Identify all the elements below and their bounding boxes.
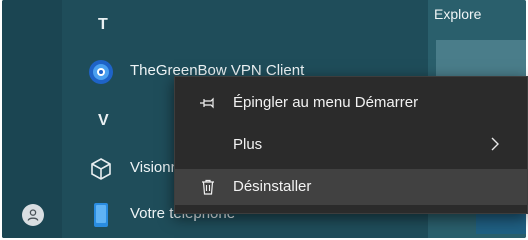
explore-group-label[interactable]: Explore <box>434 6 481 22</box>
pin-icon <box>200 97 214 109</box>
trash-icon <box>202 179 214 195</box>
cube-3d-icon <box>91 158 111 180</box>
uninstall-menu-item[interactable]: Désinstaller <box>175 169 527 205</box>
more-menu-item[interactable]: Plus <box>175 127 527 163</box>
menu-item-label: Désinstaller <box>233 178 312 195</box>
section-letter-v[interactable]: V <box>98 112 109 130</box>
context-menu: Épingler au menu Démarrer Plus Désinstal… <box>174 76 528 214</box>
chevron-right-icon <box>491 137 499 151</box>
vpn-globe-icon <box>89 60 113 84</box>
menu-item-label: Épingler au menu Démarrer <box>233 94 419 111</box>
menu-item-label: Plus <box>233 136 263 153</box>
phone-icon <box>94 203 108 227</box>
start-menu-rail <box>2 0 62 238</box>
pin-to-start-menu-item[interactable]: Épingler au menu Démarrer <box>175 85 527 121</box>
user-icon <box>27 209 39 221</box>
user-avatar-button[interactable] <box>22 204 44 226</box>
section-letter-t[interactable]: T <box>98 16 108 34</box>
